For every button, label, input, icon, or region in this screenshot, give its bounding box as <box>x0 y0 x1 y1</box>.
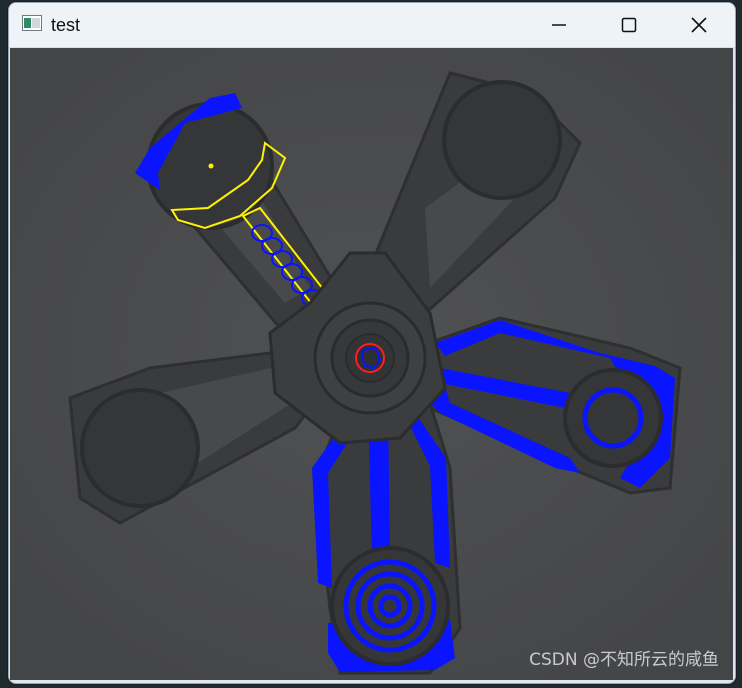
title-bar[interactable]: test <box>9 3 735 48</box>
maximize-icon <box>620 16 638 34</box>
close-icon <box>690 16 708 34</box>
window-title: test <box>51 15 81 35</box>
app-window: test CSDN @不知所云的咸鱼 <box>8 2 736 684</box>
maximize-button[interactable] <box>594 3 664 47</box>
minimize-icon <box>550 16 568 34</box>
minimize-button[interactable] <box>524 3 594 47</box>
close-button[interactable] <box>664 3 734 47</box>
app-window-icon <box>22 15 42 31</box>
image-canvas: CSDN @不知所云的咸鱼 <box>10 48 733 680</box>
watermark-text: CSDN @不知所云的咸鱼 <box>529 650 719 670</box>
wheel-scene <box>10 48 733 680</box>
